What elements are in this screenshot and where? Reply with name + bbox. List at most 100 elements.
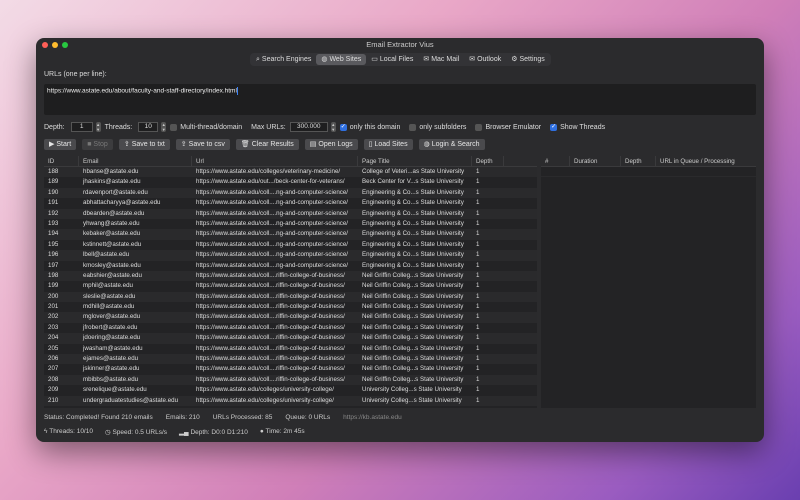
save-csv-button[interactable]: ⇪ Save to csv [175, 139, 230, 150]
cell-url: https://www.astate.edu/out.../beck-cente… [196, 178, 345, 186]
threads-input[interactable]: 10 [138, 122, 159, 132]
login-search-button[interactable]: ◍ Login & Search [418, 139, 485, 150]
cell-depth: 1 [476, 323, 480, 331]
table-row[interactable]: 207 jskinner@astate.edu https://www.astate… [44, 364, 537, 374]
cell-url: https://www.astate.edu/coll....ng-and-co… [196, 240, 349, 248]
outlook-icon: ✉ [469, 56, 476, 63]
cell-url: https://www.astate.edu/coll....riffin-co… [196, 355, 345, 363]
zoom-button[interactable] [62, 42, 68, 48]
table-row[interactable]: 197 kmosley@astate.edu https://www.astate.… [44, 261, 537, 271]
show-threads-checkbox[interactable]: ✓ [550, 123, 558, 131]
max-urls-stepper[interactable]: ▲ ▼ [330, 122, 336, 132]
table-row[interactable]: 208 mbibbs@astate.edu https://www.astate.e… [44, 374, 537, 386]
table-row[interactable]: 202 mglover@astate.edu https://www.astate.… [44, 312, 537, 323]
cell-email: jdoering@astate.edu [83, 334, 141, 342]
column-header-id[interactable]: ID [44, 156, 79, 166]
max-urls-input[interactable]: 300.000 [289, 122, 328, 132]
cell-email: ejames@astate.edu [83, 355, 139, 363]
table-row[interactable]: 210 undergraduatestudies@astate.edu https:… [44, 395, 537, 406]
column-header-queue-url[interactable]: URL in Queue / Processing [656, 156, 756, 166]
table-row[interactable]: 200 sleslie@astate.edu https://www.astate.… [44, 291, 537, 303]
cell-url: https://www.astate.edu/colleges/universi… [196, 386, 334, 394]
globe-icon: ◍ [423, 141, 430, 148]
cell-depth: 1 [476, 188, 480, 196]
table-row[interactable]: 198 eabshier@astate.edu https://www.astate… [44, 270, 537, 282]
tab-settings[interactable]: ⚙ Settings [506, 54, 550, 65]
table-row[interactable]: 204 jdoering@astate.edu https://www.astate… [44, 333, 537, 344]
action-buttons: ▶ Start ■ Stop ⇪ Save to txt ⇪ Save to csv 🗑… [44, 139, 485, 150]
cell-page-title: Neil Griffin Colleg...s State University [362, 365, 464, 373]
cell-url: https://www.astate.edu/coll....ng-and-co… [196, 199, 349, 207]
depth-input[interactable]: 1 [70, 122, 93, 132]
table-row[interactable]: 206 ejames@astate.edu https://www.astate.e… [44, 354, 537, 365]
column-header-thread-depth[interactable]: Depth [621, 156, 656, 166]
cell-depth: 1 [476, 199, 480, 207]
stop-button[interactable]: ■ Stop [82, 139, 113, 150]
cell-depth: 1 [476, 396, 480, 404]
table-row[interactable]: 188 hbanse@astate.edu https://www.astate.e… [44, 167, 537, 178]
table-row[interactable]: 190 rdavenport@astate.edu https://www.asta… [44, 187, 537, 199]
options-bar: Depth: 1 ▲ ▼ Threads: 10 ▲ ▼ Multi-thread/… [44, 122, 605, 132]
tab-web-sites[interactable]: ◍ Web Sites [316, 54, 367, 65]
tab-local-files[interactable]: ▭ Local Files [366, 54, 418, 65]
column-header-email[interactable]: Email [79, 156, 192, 166]
globe-icon: ◍ [321, 56, 328, 63]
table-row[interactable]: 201 mdhill@astate.edu https://www.astate.e… [44, 302, 537, 312]
table-row[interactable]: 209 srenelique@astate.edu https://www.asta… [44, 385, 537, 395]
cell-id: 209 [48, 386, 59, 394]
tab-outlook[interactable]: ✉ Outlook [464, 54, 506, 65]
multithread-label: Multi-thread/domain [180, 123, 243, 131]
table-row[interactable]: 199 mphil@astate.edu https://www.astate.ed… [44, 281, 537, 291]
threads-stepper[interactable]: ▲ ▼ [161, 122, 167, 132]
open-logs-button[interactable]: ▤ Open Logs [304, 139, 358, 150]
column-header-url[interactable]: Url [192, 156, 358, 166]
save-txt-button[interactable]: ⇪ Save to txt [118, 139, 170, 150]
thread-row [541, 167, 756, 178]
cell-email: kmosley@astate.edu [83, 261, 141, 269]
column-header-duration[interactable]: Duration [570, 156, 621, 166]
cell-email: jfrobert@astate.edu [83, 323, 138, 331]
only-subfolders-checkbox[interactable] [409, 123, 417, 131]
cell-email: rdavenport@astate.edu [83, 188, 148, 196]
window-title: Email Extractor Vius [366, 40, 434, 49]
table-row[interactable]: 191 abhattacharyya@astate.edu https://www.… [44, 198, 537, 208]
column-header-depth[interactable]: Depth [472, 156, 504, 166]
table-row[interactable]: 205 jwasham@astate.edu https://www.astate.… [44, 344, 537, 354]
cell-url: https://www.astate.edu/coll....riffin-co… [196, 303, 345, 311]
table-row[interactable]: 193 yhwang@astate.edu https://www.astate.e… [44, 219, 537, 229]
minimize-button[interactable] [52, 42, 58, 48]
tab-mac-mail[interactable]: ✉ Mac Mail [418, 54, 464, 65]
start-button[interactable]: ▶ Start [44, 139, 77, 150]
search-icon: ⌕ [256, 56, 260, 63]
stop-icon: ■ [87, 141, 92, 148]
depth-stepper[interactable]: ▲ ▼ [95, 122, 101, 132]
only-domain-checkbox[interactable]: ✓ [339, 123, 347, 131]
cell-page-title: Neil Griffin Colleg...s State University [362, 375, 464, 383]
table-row[interactable]: 195 kstinnett@astate.edu https://www.astat… [44, 240, 537, 250]
table-row[interactable]: 189 jhaskins@astate.edu https://www.astate… [44, 177, 537, 187]
load-sites-button[interactable]: ▯ Load Sites [363, 139, 413, 150]
cell-page-title: University Colleg...s State University [362, 396, 462, 404]
cell-depth: 1 [476, 240, 480, 248]
multithread-checkbox[interactable] [170, 123, 178, 131]
emails-count: Emails: 210 [165, 414, 200, 421]
table-row[interactable]: 194 kebaker@astate.edu https://www.astate.… [44, 229, 537, 240]
table-row[interactable]: 203 jfrobert@astate.edu https://www.astate… [44, 323, 537, 333]
cell-url: https://www.astate.edu/coll....ng-and-co… [196, 251, 349, 259]
column-header-number[interactable]: # [541, 156, 570, 166]
cell-id: 205 [48, 344, 59, 352]
cell-page-title: Engineering & Co...s State University [362, 188, 464, 196]
cell-email: jskinner@astate.edu [83, 365, 140, 373]
threads-stat: ϟ Threads: 10/10 [44, 428, 93, 435]
tab-search-engines[interactable]: ⌕ Search Engines [251, 54, 316, 65]
table-row[interactable]: 192 dbearden@astate.edu https://www.astate… [44, 208, 537, 219]
clear-results-button[interactable]: 🗑︎ Clear Results [235, 139, 299, 150]
cell-url: https://www.astate.edu/coll....riffin-co… [196, 334, 345, 342]
close-button[interactable] [42, 42, 48, 48]
table-row[interactable]: 196 lbell@astate.edu https://www.astate.ed… [44, 250, 537, 261]
cell-id: 200 [48, 292, 59, 300]
urls-input[interactable]: https://www.astate.edu/about/faculty-and… [44, 84, 756, 115]
cell-id: 202 [48, 313, 59, 321]
column-header-page-title[interactable]: Page Title [358, 156, 472, 166]
browser-emulator-checkbox[interactable] [475, 123, 483, 131]
